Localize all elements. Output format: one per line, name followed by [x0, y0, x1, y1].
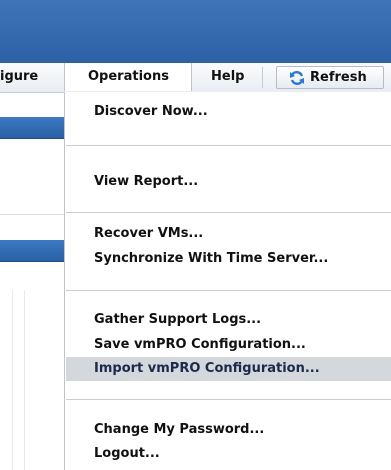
menu-item-change-password[interactable]: Change My Password...	[94, 418, 264, 442]
menu-divider	[66, 145, 391, 146]
menu-item-view-report[interactable]: View Report...	[94, 170, 198, 194]
panel-header	[0, 117, 64, 139]
menu-item-discover-now[interactable]: Discover Now...	[94, 100, 208, 124]
operations-dropdown: Discover Now... View Report... Recover V…	[64, 92, 391, 470]
menu-item-sync-time-server[interactable]: Synchronize With Time Server...	[94, 247, 328, 271]
menu-item-import-config[interactable]: Import vmPRO Configuration...	[66, 357, 391, 381]
menu-item-recover-vms[interactable]: Recover VMs...	[94, 222, 203, 246]
grid-line	[12, 290, 13, 470]
menu-configure[interactable]: igure	[0, 63, 38, 91]
menu-item-gather-support-logs[interactable]: Gather Support Logs...	[94, 308, 261, 332]
menu-divider	[66, 399, 391, 400]
menu-help[interactable]: Help	[211, 63, 244, 91]
refresh-button[interactable]: Refresh	[276, 66, 384, 89]
menu-operations[interactable]: Operations	[64, 63, 192, 91]
grid-line	[24, 290, 25, 470]
panel-divider	[0, 214, 64, 215]
refresh-arrows-icon	[290, 71, 304, 85]
menu-item-save-config[interactable]: Save vmPRO Configuration...	[94, 333, 306, 357]
app-title-bar	[0, 0, 391, 63]
menu-bar: igure Operations Help Refresh	[0, 63, 391, 93]
panel-header	[0, 240, 64, 262]
menu-item-logout[interactable]: Logout...	[94, 442, 160, 466]
menu-divider	[66, 290, 391, 291]
menu-separator	[262, 67, 263, 88]
refresh-label: Refresh	[310, 70, 367, 85]
menu-divider	[66, 212, 391, 213]
